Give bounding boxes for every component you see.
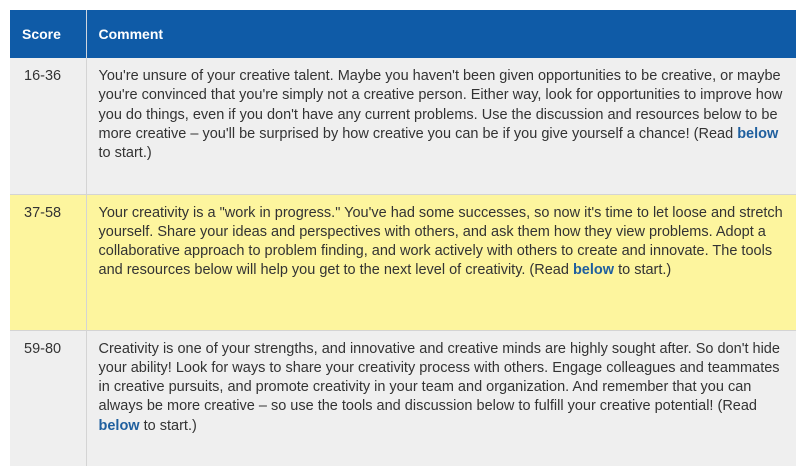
table-row-highlighted: 37-58 Your creativity is a "work in prog… <box>10 194 796 331</box>
comment-text-end: to start.) <box>139 417 197 434</box>
comment-cell: Creativity is one of your strengths, and… <box>86 330 796 466</box>
below-link[interactable]: below <box>573 262 614 278</box>
table-row: 59-80 Creativity is one of your strength… <box>10 330 796 466</box>
below-link[interactable]: below <box>99 418 140 434</box>
comment-text: Creativity is one of your strengths, and… <box>98 340 780 415</box>
comment-column-header: Comment <box>86 10 796 58</box>
comment-text: You're unsure of your creative talent. M… <box>98 68 783 142</box>
score-range: 37-58 <box>24 204 62 221</box>
comment-cell: Your creativity is a "work in progress."… <box>86 194 796 331</box>
comment-text-end: to start.) <box>614 262 672 279</box>
comment-cell: You're unsure of your creative talent. M… <box>86 58 796 195</box>
score-cell: 37-58 <box>10 194 87 331</box>
below-link[interactable]: below <box>737 126 778 142</box>
score-cell: 16-36 <box>10 58 87 195</box>
score-range: 59-80 <box>24 340 62 357</box>
comment-text-end: to start.) <box>98 145 152 162</box>
score-range: 16-36 <box>24 68 62 84</box>
score-table: Score Comment 16-36 You're unsure of you… <box>10 10 796 466</box>
score-column-header: Score <box>10 10 87 58</box>
comment-text: Your creativity is a "work in progress."… <box>98 204 783 279</box>
table-row: 16-36 You're unsure of your creative tal… <box>10 58 796 195</box>
table-header-row: Score Comment <box>10 10 796 58</box>
score-table-container: Score Comment 16-36 You're unsure of you… <box>10 10 796 466</box>
score-cell: 59-80 <box>10 330 87 466</box>
